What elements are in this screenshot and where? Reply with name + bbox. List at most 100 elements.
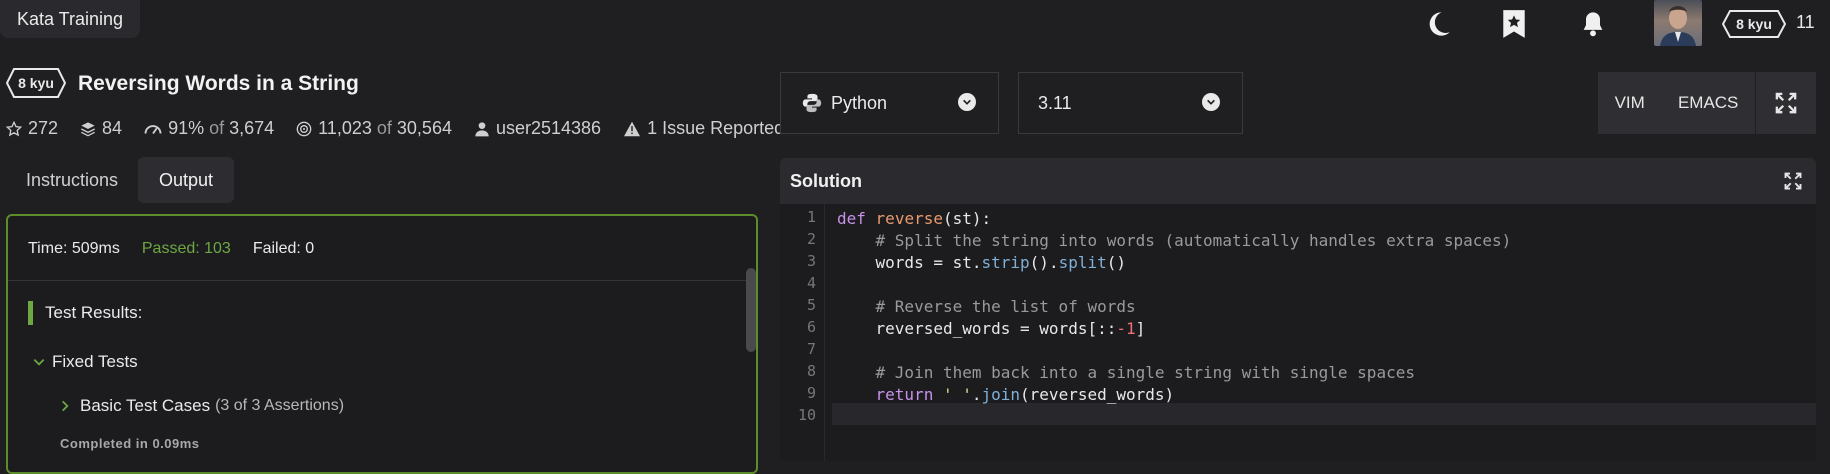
code-token: reversed_words = words[::: [837, 319, 1117, 338]
tab-instructions[interactable]: Instructions: [8, 157, 136, 203]
of-label: of: [209, 118, 225, 138]
solution-fullscreen-button[interactable]: [1784, 172, 1802, 195]
avatar-image: [1660, 6, 1696, 46]
version-label: 3.11: [1038, 92, 1072, 113]
star-icon: [6, 120, 22, 136]
tab-instructions-label: Instructions: [25, 169, 119, 190]
assertions-count: (3 of 3 Assertions): [215, 397, 345, 414]
layers-icon: [81, 121, 96, 136]
test-results-heading: Test Results:: [28, 301, 142, 325]
user-rank-badge[interactable]: 8 kyu: [1722, 10, 1786, 38]
line-number: 7: [806, 340, 816, 358]
attempts-count: 30,564: [396, 118, 452, 138]
method-token: split: [1058, 253, 1107, 272]
line-number: 8: [806, 362, 816, 380]
kata-title: Reversing Words in a String: [78, 72, 359, 95]
line-number: 10: [797, 406, 816, 424]
line-number: 2: [806, 230, 816, 248]
code-line-9: return ' '.join(reversed_words): [837, 384, 1175, 406]
bell-icon: [1583, 12, 1603, 37]
chevron-down-icon: [33, 359, 45, 366]
expand-icon: [1784, 172, 1802, 190]
notifications-button[interactable]: [1575, 6, 1611, 42]
fixed-tests-group[interactable]: Fixed Tests: [32, 352, 138, 372]
kata-training-label: Kata Training: [16, 8, 124, 29]
current-line-highlight: [832, 403, 1816, 425]
code-token: ().: [1029, 253, 1059, 272]
target-icon: [296, 121, 312, 136]
fullscreen-button[interactable]: [1756, 72, 1816, 134]
bookmarks-button[interactable]: [1496, 6, 1532, 42]
satisfaction-stat: 91% of 3,674: [144, 118, 274, 139]
gauge-icon: [144, 124, 162, 134]
kata-training-button[interactable]: Kata Training: [0, 0, 140, 38]
of-label: of: [376, 118, 392, 138]
code-line-5: # Reverse the list of words: [837, 297, 1136, 316]
failed-label: Failed: 0: [252, 240, 315, 257]
completed-count: 11,023: [318, 118, 372, 138]
line-number: 9: [806, 384, 816, 402]
version-select[interactable]: 3.11: [1018, 72, 1243, 134]
stars-count: 272: [28, 118, 59, 138]
votes-count: 3,674: [229, 118, 275, 138]
keyword-token: return: [837, 385, 934, 404]
line-number: 6: [806, 318, 816, 336]
string-token: ' ': [933, 385, 972, 404]
issues-count: 1 Issue Reported: [647, 118, 785, 138]
number-token: -1: [1116, 319, 1136, 338]
code-line-2: # Split the string into words (automatic…: [837, 231, 1512, 250]
time-label: Time: 509ms: [28, 240, 120, 257]
passed-label: Passed: 103: [141, 240, 231, 257]
warning-icon: [624, 121, 641, 136]
dark-mode-toggle[interactable]: [1420, 6, 1456, 42]
keyword-token: def: [837, 209, 866, 228]
author-stat[interactable]: user2514386: [474, 118, 601, 139]
code-editor[interactable]: 1 2 3 4 5 6 7 8 9 10 def reverse(st): # …: [780, 204, 1816, 461]
tab-output[interactable]: Output: [138, 157, 234, 203]
collections-stat[interactable]: 84: [80, 118, 122, 139]
editor-mode-group: VIM EMACS: [1598, 72, 1755, 134]
line-number: 3: [806, 252, 816, 270]
code-token: .: [971, 385, 982, 404]
code-token: ]: [1135, 319, 1146, 338]
chevron-down-icon: [1202, 93, 1220, 111]
language-select[interactable]: Python: [780, 72, 999, 134]
line-number: 4: [806, 274, 816, 292]
test-summary: Time: 509ms Passed: 103 Failed: 0: [28, 240, 314, 258]
line-number: 5: [806, 296, 816, 314]
completed-time: Completed in 0.09ms: [60, 436, 200, 451]
stars-stat[interactable]: 272: [6, 118, 58, 139]
basic-test-cases-label: Basic Test Cases: [80, 396, 211, 415]
satisfaction-percent: 91%: [168, 118, 205, 138]
chevron-down-icon: [958, 93, 976, 111]
code-token: (): [1106, 253, 1127, 272]
code-line-6: reversed_words = words[::-1]: [837, 318, 1146, 340]
method-token: join: [981, 385, 1021, 404]
user-avatar[interactable]: [1654, 0, 1702, 46]
code-token: (reversed_words): [1020, 385, 1175, 404]
issues-stat[interactable]: 1 Issue Reported: [623, 118, 784, 139]
basic-test-cases-group[interactable]: Basic Test Cases (3 of 3 Assertions): [58, 396, 344, 416]
output-panel: Time: 509ms Passed: 103 Failed: 0 Test R…: [6, 214, 758, 474]
test-results-label: Test Results:: [45, 303, 143, 322]
solution-header: Solution: [780, 158, 1816, 204]
output-scrollbar[interactable]: [746, 268, 756, 352]
code-token: words = st.: [837, 253, 982, 272]
gutter-separator: [824, 204, 825, 461]
kata-stats: 272 84 91% of 3,674 11,023 of 30,564 use…: [6, 118, 806, 139]
honor-count: 11: [1796, 12, 1815, 32]
line-number: 1: [806, 208, 816, 226]
emacs-button[interactable]: EMACS: [1678, 93, 1738, 113]
code-line-8: # Join them back into a single string wi…: [837, 363, 1415, 382]
language-label: Python: [831, 92, 888, 113]
vim-button[interactable]: VIM: [1615, 93, 1645, 113]
tab-output-label: Output: [158, 169, 214, 190]
fixed-tests-label: Fixed Tests: [52, 352, 138, 371]
kata-rank-label: 8 kyu: [18, 75, 54, 91]
code-line-1: def reverse(st):: [837, 208, 991, 230]
user-rank-label: 8 kyu: [1736, 16, 1772, 32]
user-icon: [475, 121, 489, 136]
code-token: (st):: [942, 209, 992, 228]
summary-divider: [8, 280, 756, 281]
chevron-right-icon: [62, 400, 69, 412]
